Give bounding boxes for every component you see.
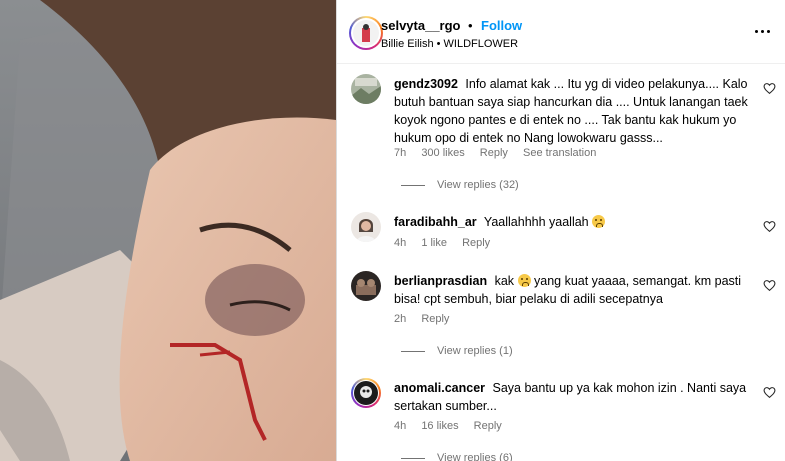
reply-button[interactable]: Reply (474, 420, 502, 432)
commenter-username[interactable]: faradibahh_ar (394, 215, 477, 229)
reply-button[interactable]: Reply (480, 147, 508, 159)
post-media[interactable] (0, 0, 336, 461)
crying-face-emoji-icon (517, 274, 531, 287)
audio-track[interactable]: Billie Eilish • WILDFLOWER (381, 38, 518, 50)
commenter-avatar[interactable] (351, 271, 381, 301)
comment-content: anomali.cancer Saya bantu up ya kak moho… (394, 379, 754, 415)
view-replies-button[interactable]: View replies (1) (401, 345, 513, 357)
comment-meta: 7h 300 likes Reply See translation (394, 147, 608, 159)
replies-divider (401, 350, 425, 352)
comment-item: anomali.cancer Saya bantu up ya kak moho… (351, 378, 776, 461)
view-replies-button[interactable]: View replies (32) (401, 179, 519, 191)
comment-time[interactable]: 7h (394, 147, 406, 159)
author-avatar[interactable] (349, 16, 383, 50)
commenter-username[interactable]: berlianprasdian (394, 274, 487, 288)
heart-icon[interactable] (763, 386, 776, 399)
comment-time[interactable]: 2h (394, 313, 406, 325)
header-separator: • (468, 18, 473, 33)
reply-button[interactable]: Reply (462, 237, 490, 249)
comment-content: gendz3092 Info alamat kak ... Itu yg di … (394, 75, 754, 147)
commenter-username[interactable]: gendz3092 (394, 77, 458, 91)
comment-text-before: kak (494, 274, 515, 288)
comment-time[interactable]: 4h (394, 237, 406, 249)
replies-divider (401, 457, 425, 459)
heart-icon[interactable] (763, 279, 776, 292)
author-avatar-image (353, 20, 379, 46)
comment-likes[interactable]: 16 likes (421, 420, 458, 432)
comment-content: berlianprasdian kak yang kuat yaaaa, sem… (394, 272, 754, 308)
commenter-avatar[interactable] (351, 378, 381, 408)
post-photo (0, 0, 336, 461)
comment-item: berlianprasdian kak yang kuat yaaaa, sem… (351, 271, 776, 359)
see-translation-button[interactable]: See translation (523, 147, 596, 159)
comment-content: faradibahh_ar Yaallahhhh yaallah (394, 213, 754, 231)
replies-divider (401, 184, 425, 186)
commenter-avatar[interactable] (351, 74, 381, 104)
crying-face-emoji-icon (592, 215, 606, 228)
reply-button[interactable]: Reply (421, 313, 449, 325)
comment-likes[interactable]: 300 likes (421, 147, 464, 159)
commenter-username[interactable]: anomali.cancer (394, 381, 485, 395)
heart-icon[interactable] (763, 220, 776, 233)
follow-button[interactable]: Follow (481, 18, 522, 33)
comment-likes[interactable]: 1 like (421, 237, 447, 249)
more-horizontal-icon[interactable] (753, 24, 773, 40)
comment-meta: 2h Reply (394, 313, 461, 325)
comment-item: faradibahh_ar Yaallahhhh yaallah 4h 1 li… (351, 212, 776, 252)
view-replies-button[interactable]: View replies (6) (401, 452, 513, 461)
author-username[interactable]: selvyta__rgo (381, 18, 461, 33)
post-header: selvyta__rgo • Follow Billie Eilish • WI… (337, 0, 785, 64)
heart-icon[interactable] (763, 82, 776, 95)
comment-meta: 4h 16 likes Reply (394, 420, 514, 432)
comment-text: Yaallahhhh yaallah (483, 215, 589, 229)
comment-item: gendz3092 Info alamat kak ... Itu yg di … (351, 74, 776, 191)
comment-time[interactable]: 4h (394, 420, 406, 432)
comment-meta: 4h 1 like Reply (394, 237, 502, 249)
comments-panel: selvyta__rgo • Follow Billie Eilish • WI… (336, 0, 785, 461)
commenter-avatar[interactable] (351, 212, 381, 242)
